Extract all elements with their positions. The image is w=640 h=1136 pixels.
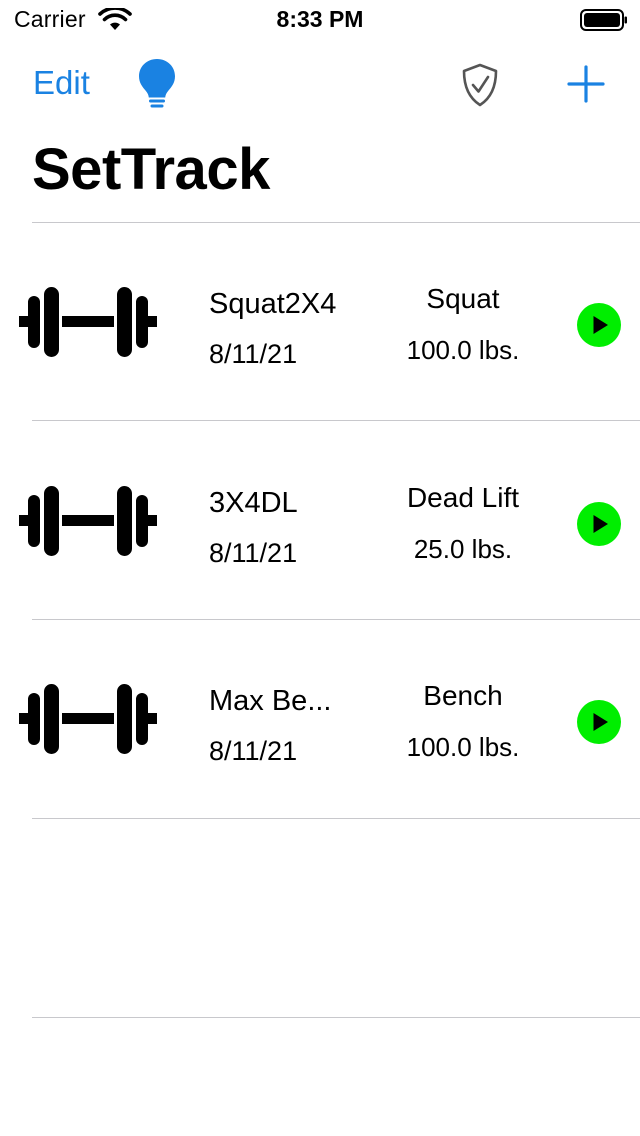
play-button[interactable] xyxy=(577,502,621,546)
workout-row[interactable]: Max Be... 8/11/21 Bench 100.0 lbs. xyxy=(0,620,640,818)
page-title: SetTrack xyxy=(32,137,270,202)
workout-row[interactable]: Squat2X4 8/11/21 Squat 100.0 lbs. xyxy=(0,223,640,421)
exercise-name: Dead Lift xyxy=(406,482,520,513)
list-separator xyxy=(32,818,640,819)
add-button[interactable] xyxy=(567,65,605,103)
list-separator xyxy=(32,1017,640,1018)
workout-name: Squat2X4 xyxy=(209,288,337,320)
workout-name: Max Be... xyxy=(209,685,332,717)
workout-row[interactable]: 3X4DL 8/11/21 Dead Lift 25.0 lbs. xyxy=(0,422,640,620)
exercise-weight: 100.0 lbs. xyxy=(406,335,520,365)
status-bar: Carrier 8:33 PM xyxy=(0,0,640,40)
workout-name: 3X4DL xyxy=(209,487,298,519)
dumbbell-icon xyxy=(19,287,157,357)
edit-button[interactable]: Edit xyxy=(33,64,90,102)
clock-label: 8:33 PM xyxy=(276,6,364,32)
dumbbell-icon xyxy=(19,486,157,556)
workout-date: 8/11/21 xyxy=(209,736,298,766)
play-button[interactable] xyxy=(577,303,621,347)
exercise-name: Squat xyxy=(426,283,500,314)
dumbbell-icon xyxy=(19,684,157,754)
exercise-weight: 25.0 lbs. xyxy=(413,534,513,564)
shield-check-icon[interactable] xyxy=(460,63,500,107)
workout-date: 8/11/21 xyxy=(209,538,298,568)
exercise-weight: 100.0 lbs. xyxy=(406,732,520,762)
play-button[interactable] xyxy=(577,700,621,744)
workout-date: 8/11/21 xyxy=(209,339,298,369)
exercise-name: Bench xyxy=(423,680,503,711)
lightbulb-icon[interactable] xyxy=(137,57,177,109)
battery-icon xyxy=(580,9,627,31)
